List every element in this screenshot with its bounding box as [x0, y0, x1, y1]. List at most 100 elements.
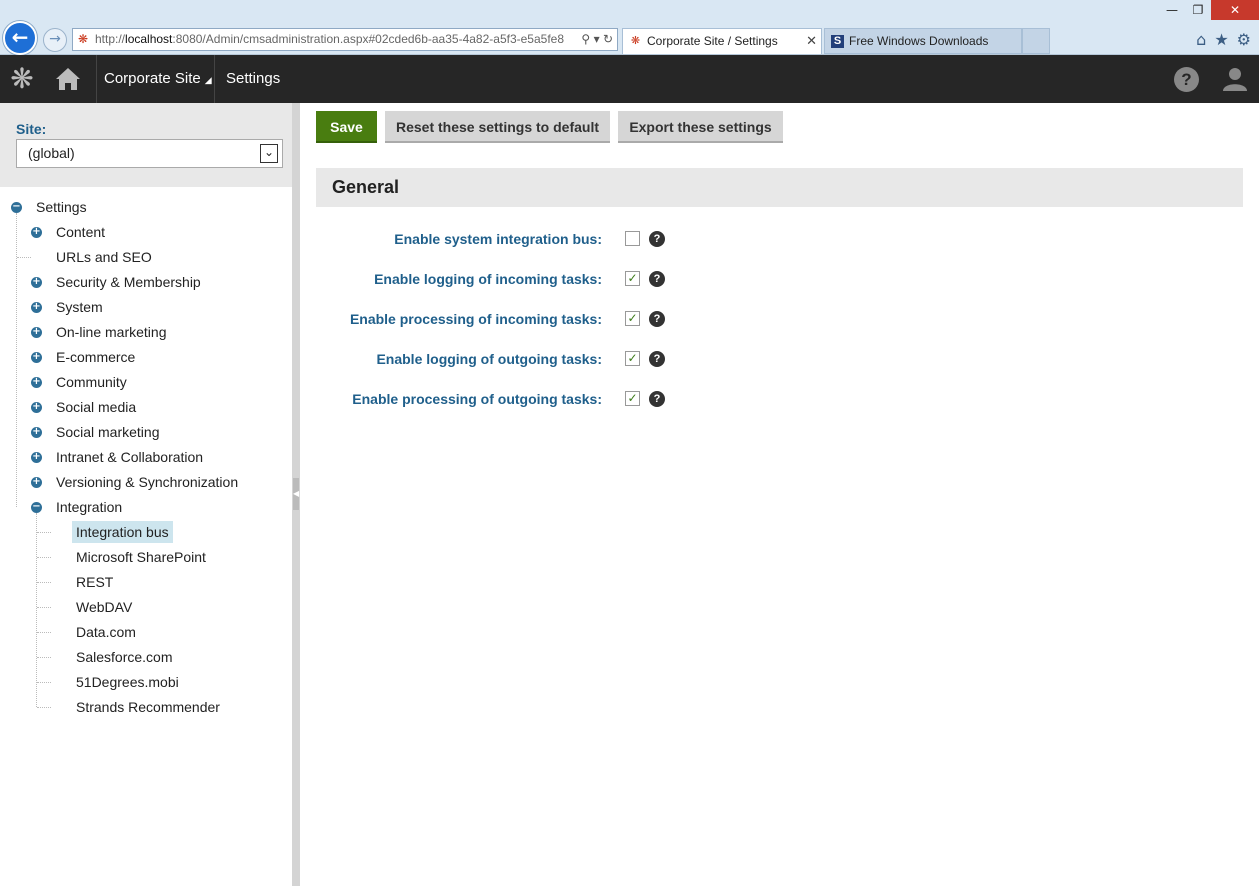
- tree-item-label: System: [56, 299, 103, 315]
- address-bar[interactable]: ❋ http://localhost:8080/Admin/cmsadminis…: [72, 28, 618, 51]
- setting-label: Enable system integration bus:: [394, 231, 602, 247]
- tab-label: Corporate Site / Settings: [647, 34, 778, 48]
- tab-label: Free Windows Downloads: [849, 34, 989, 48]
- sidebar: Site: (global) ⌄ − Settings + Content URLs a…: [0, 103, 292, 886]
- window-controls: — ❐ ✕: [1159, 0, 1259, 20]
- tree-connector: [37, 657, 51, 658]
- address-host: localhost: [125, 32, 173, 46]
- tree-item-label: Social media: [56, 399, 137, 415]
- expand-plus-icon[interactable]: +: [31, 402, 42, 413]
- expand-plus-icon[interactable]: +: [31, 427, 42, 438]
- tree-guide: [36, 513, 37, 707]
- collapse-minus-icon[interactable]: −: [31, 502, 42, 513]
- setting-label: Enable processing of incoming tasks:: [349, 311, 602, 327]
- tree-item-label: Integration: [56, 499, 123, 515]
- main-content: Save Reset these settings to default Exp…: [300, 103, 1259, 886]
- setting-checkbox[interactable]: [625, 231, 640, 246]
- section-header: General: [316, 168, 1243, 207]
- expand-plus-icon[interactable]: +: [31, 452, 42, 463]
- user-avatar-icon[interactable]: [1222, 66, 1248, 92]
- header-separator: [96, 55, 97, 103]
- tree-item-label: E-commerce: [56, 349, 136, 365]
- kentico-favicon-icon: ❋: [630, 35, 641, 47]
- setting-checkbox[interactable]: ✓: [625, 311, 640, 326]
- refresh-icon[interactable]: ↻: [603, 32, 613, 46]
- setting-checkbox[interactable]: ✓: [625, 391, 640, 406]
- save-button[interactable]: Save: [316, 111, 377, 143]
- restore-icon[interactable]: ❐: [1185, 0, 1211, 20]
- tree-item-label: Community: [56, 374, 127, 390]
- help-icon[interactable]: ?: [649, 311, 665, 327]
- tree-connector: [17, 257, 31, 258]
- app-header: ❋ Corporate Site ◢ Settings ?: [0, 55, 1259, 103]
- tree-item-label: Salesforce.com: [76, 649, 173, 665]
- caret-down-icon: ◢: [204, 75, 212, 85]
- close-window-icon[interactable]: ✕: [1211, 0, 1259, 20]
- new-tab-button[interactable]: [1022, 28, 1050, 54]
- browser-chrome: — ❐ ✕ ← → ❋ http://localhost:8080/Admin/…: [0, 0, 1259, 55]
- setting-checkbox[interactable]: ✓: [625, 271, 640, 286]
- setting-row: Enable processing of outgoing tasks: ✓?: [300, 387, 1000, 411]
- search-icon[interactable]: ⚲: [581, 32, 590, 46]
- site-label: Site:: [16, 121, 47, 137]
- chevron-down-icon[interactable]: ⌄: [260, 144, 278, 163]
- help-icon[interactable]: ?: [649, 271, 665, 287]
- setting-label: Enable processing of outgoing tasks:: [352, 391, 602, 407]
- expand-plus-icon[interactable]: +: [31, 352, 42, 363]
- tree-connector: [37, 707, 51, 708]
- browser-toolbar-icons: ⌂ ★ ⚙: [1196, 30, 1251, 49]
- expand-plus-icon[interactable]: +: [31, 302, 42, 313]
- tab-close-icon[interactable]: ✕: [806, 29, 817, 53]
- tree-item-label: Settings: [36, 199, 87, 215]
- tree-item-label: Versioning & Synchronization: [56, 474, 239, 490]
- header-separator: [214, 55, 215, 103]
- setting-label: Enable logging of incoming tasks:: [374, 271, 602, 287]
- collapse-minus-icon[interactable]: −: [11, 202, 22, 213]
- setting-checkbox[interactable]: ✓: [625, 351, 640, 366]
- kentico-logo-icon[interactable]: ❋: [6, 63, 38, 95]
- tree-item-label: Strands Recommender: [76, 699, 220, 715]
- expand-plus-icon[interactable]: +: [31, 227, 42, 238]
- setting-row: Enable processing of incoming tasks: ✓?: [300, 307, 1000, 331]
- breadcrumb-settings[interactable]: Settings: [226, 55, 280, 103]
- expand-plus-icon[interactable]: +: [31, 327, 42, 338]
- tree-item-label: Data.com: [76, 624, 136, 640]
- tree-item-label: Security & Membership: [56, 274, 201, 290]
- address-path: :8080/Admin/cmsadministration.aspx#02cde…: [172, 32, 564, 46]
- section-title: General: [332, 177, 400, 197]
- export-settings-button[interactable]: Export these settings: [618, 111, 783, 143]
- expand-plus-icon[interactable]: +: [31, 477, 42, 488]
- tree-item-label: URLs and SEO: [56, 249, 152, 265]
- reset-defaults-button[interactable]: Reset these settings to default: [385, 111, 610, 143]
- dropdown-icon[interactable]: ▾: [594, 32, 600, 46]
- minimize-icon[interactable]: —: [1159, 0, 1185, 20]
- home-icon[interactable]: [54, 66, 82, 92]
- help-icon[interactable]: ?: [1174, 67, 1199, 92]
- help-icon[interactable]: ?: [649, 391, 665, 407]
- site-favicon-icon: ❋: [78, 32, 89, 46]
- tree-connector: [37, 607, 51, 608]
- tree-item-label: REST: [76, 574, 114, 590]
- site-panel: Site: (global) ⌄: [0, 103, 292, 187]
- gear-icon[interactable]: ⚙: [1237, 30, 1251, 49]
- setting-row: Enable logging of incoming tasks: ✓?: [300, 267, 1000, 291]
- setting-row: Enable system integration bus:?: [300, 227, 1000, 251]
- tab-free-windows-downloads[interactable]: S Free Windows Downloads: [824, 28, 1022, 54]
- back-arrow-icon[interactable]: ←: [3, 21, 37, 55]
- favorites-star-icon[interactable]: ★: [1214, 30, 1228, 49]
- site-name: Corporate Site: [104, 70, 201, 87]
- site-selector[interactable]: Corporate Site ◢: [104, 55, 212, 104]
- tab-corporate-site-settings[interactable]: ❋ Corporate Site / Settings ✕: [622, 28, 822, 54]
- home-icon[interactable]: ⌂: [1196, 30, 1206, 49]
- expand-plus-icon[interactable]: +: [31, 377, 42, 388]
- tree-item-label: On-line marketing: [56, 324, 167, 340]
- help-icon[interactable]: ?: [649, 351, 665, 367]
- forward-arrow-icon[interactable]: →: [43, 28, 67, 52]
- site-select[interactable]: (global) ⌄: [16, 139, 283, 168]
- help-icon[interactable]: ?: [649, 231, 665, 247]
- collapse-handle-icon[interactable]: ◀: [293, 478, 299, 510]
- tree-connector: [37, 532, 51, 533]
- expand-plus-icon[interactable]: +: [31, 277, 42, 288]
- tree-connector: [37, 632, 51, 633]
- softpedia-favicon-icon: S: [831, 35, 844, 48]
